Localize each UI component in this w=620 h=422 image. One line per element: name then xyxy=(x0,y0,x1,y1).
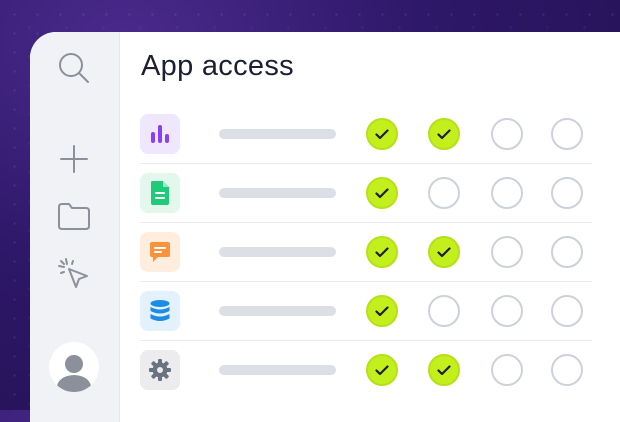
permission-checkbox[interactable] xyxy=(366,295,398,327)
search-icon xyxy=(59,53,89,83)
permission-checkbox[interactable] xyxy=(428,295,460,327)
app-icon-tile xyxy=(140,232,180,272)
app-name-placeholder xyxy=(219,365,336,375)
check-icon xyxy=(437,364,451,375)
app-row xyxy=(140,341,592,399)
page-title: App access xyxy=(141,50,294,82)
app-name-placeholder xyxy=(219,129,336,139)
check-icon xyxy=(375,128,389,139)
avatar[interactable] xyxy=(49,342,99,392)
permission-checkbox[interactable] xyxy=(366,177,398,209)
check-icon xyxy=(375,187,389,198)
permission-checkbox[interactable] xyxy=(551,295,583,327)
permission-checkbox[interactable] xyxy=(428,236,460,268)
permission-checkbox[interactable] xyxy=(491,236,523,268)
permission-checkbox[interactable] xyxy=(428,177,460,209)
app-row xyxy=(140,282,592,341)
app-row xyxy=(140,223,592,282)
permission-checkbox[interactable] xyxy=(366,354,398,386)
permission-checkbox[interactable] xyxy=(491,354,523,386)
check-icon xyxy=(437,128,451,139)
user-avatar-icon xyxy=(56,355,92,392)
database-icon xyxy=(150,300,170,321)
gear-icon xyxy=(149,359,171,381)
bar-chart-icon xyxy=(151,125,169,143)
app-list xyxy=(140,105,592,399)
app-row xyxy=(140,164,592,223)
app-name-placeholder xyxy=(219,306,336,316)
permission-checkbox[interactable] xyxy=(428,118,460,150)
sidebar-item-pointer[interactable] xyxy=(54,254,94,294)
app-icon-tile xyxy=(140,114,180,154)
check-icon xyxy=(375,246,389,257)
sidebar-item-search[interactable] xyxy=(54,48,94,88)
app-row xyxy=(140,105,592,164)
check-icon xyxy=(437,246,451,257)
permission-checkbox[interactable] xyxy=(551,177,583,209)
permission-checkbox[interactable] xyxy=(366,118,398,150)
permission-checkbox[interactable] xyxy=(366,236,398,268)
folder-icon xyxy=(58,203,90,230)
document-icon xyxy=(151,181,169,205)
sidebar-item-add[interactable] xyxy=(54,139,94,179)
permission-checkbox[interactable] xyxy=(428,354,460,386)
check-icon xyxy=(375,305,389,316)
plus-icon xyxy=(60,145,88,173)
permission-checkbox[interactable] xyxy=(551,118,583,150)
sidebar xyxy=(30,32,120,422)
permission-checkbox[interactable] xyxy=(491,295,523,327)
permission-checkbox[interactable] xyxy=(551,354,583,386)
app-window: App access xyxy=(30,32,620,422)
app-name-placeholder xyxy=(219,188,336,198)
permission-checkbox[interactable] xyxy=(551,236,583,268)
sidebar-item-folder[interactable] xyxy=(54,196,94,236)
cursor-click-icon xyxy=(58,258,88,288)
app-icon-tile xyxy=(140,291,180,331)
app-icon-tile xyxy=(140,350,180,390)
app-name-placeholder xyxy=(219,247,336,257)
permission-checkbox[interactable] xyxy=(491,177,523,209)
check-icon xyxy=(375,364,389,375)
main-panel: App access xyxy=(120,32,620,422)
app-icon-tile xyxy=(140,173,180,213)
message-icon xyxy=(150,242,170,262)
permission-checkbox[interactable] xyxy=(491,118,523,150)
